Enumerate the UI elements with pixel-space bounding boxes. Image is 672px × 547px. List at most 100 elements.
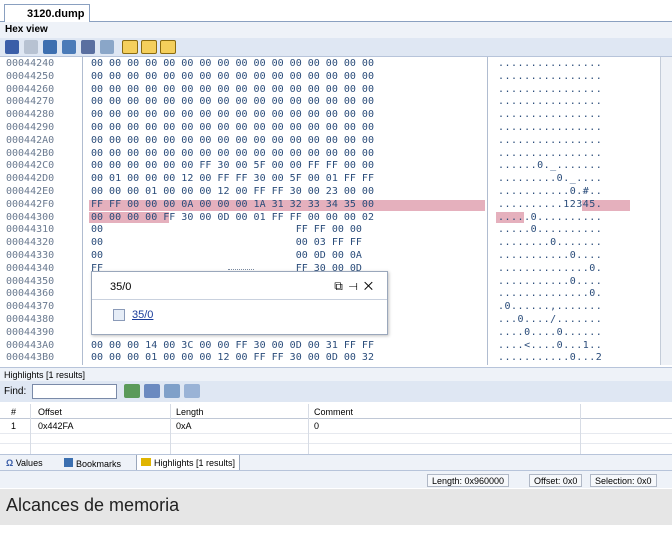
close-icon[interactable]: ✕ bbox=[364, 279, 379, 293]
hex-row[interactable]: 00 00 03 FF FF bbox=[91, 237, 362, 249]
ascii-row[interactable]: ................ bbox=[498, 122, 602, 134]
grid-line bbox=[0, 443, 672, 444]
tab-values[interactable]: Ω Values bbox=[2, 455, 47, 471]
toolbar bbox=[0, 38, 672, 57]
hex-row[interactable]: 00 FF FF 00 00 bbox=[91, 224, 362, 236]
ascii-row[interactable]: ....<....0...1.. bbox=[498, 340, 602, 352]
ascii-row[interactable]: ..............0. bbox=[498, 288, 602, 300]
status-offset: Offset: 0x0 bbox=[529, 474, 583, 487]
col-offset[interactable]: Offset bbox=[38, 407, 62, 417]
offset-label: 00044320 bbox=[6, 237, 55, 248]
copy-icon[interactable] bbox=[24, 40, 38, 54]
bottom-tab-bar: Ω Values Bookmarks Highlights [1 results… bbox=[0, 454, 672, 471]
offset-label: 000443A0 bbox=[6, 340, 55, 351]
status-bar: Length: 0x960000 Offset: 0x0 Selection: … bbox=[0, 470, 672, 488]
hex-row[interactable]: 00 00 00 00 00 00 00 00 00 00 00 00 00 0… bbox=[91, 122, 374, 134]
offset-label: 000443B0 bbox=[6, 352, 55, 363]
hex-row[interactable]: 00 00 00 00 00 00 00 00 00 00 00 00 00 0… bbox=[91, 84, 374, 96]
hex-row[interactable]: 00 00 00 00 00 00 00 00 00 00 00 00 00 0… bbox=[91, 58, 374, 70]
ascii-row[interactable]: .....0.......... bbox=[498, 224, 602, 236]
ascii-row[interactable]: ................ bbox=[498, 84, 602, 96]
value-icon bbox=[113, 309, 125, 321]
vertical-scrollbar[interactable] bbox=[660, 57, 672, 365]
hex-row[interactable]: 00 00 00 00 00 00 00 00 00 00 00 00 00 0… bbox=[91, 71, 374, 83]
column-divider bbox=[170, 404, 171, 454]
ascii-row[interactable]: .........0._.... bbox=[498, 173, 602, 185]
hex-row[interactable]: 00 00 00 00 00 00 00 00 00 00 00 00 00 0… bbox=[91, 148, 374, 160]
popup-divider bbox=[92, 299, 387, 300]
ascii-row[interactable]: ................ bbox=[498, 148, 602, 160]
ascii-row[interactable]: ...0..../....... bbox=[498, 314, 602, 326]
popup-title: 35/0 bbox=[110, 281, 132, 293]
view-mode-1-icon[interactable] bbox=[122, 40, 138, 54]
col-number[interactable]: # bbox=[11, 407, 16, 417]
grid-icon[interactable] bbox=[144, 384, 160, 398]
options-icon[interactable] bbox=[184, 384, 200, 398]
ascii-row[interactable]: ...........0.... bbox=[498, 250, 602, 262]
bookmark-icon[interactable] bbox=[81, 40, 95, 54]
highlighter-icon bbox=[141, 458, 151, 466]
pin-icon[interactable]: ⊣ bbox=[349, 279, 364, 293]
ascii-row[interactable]: ..........12345. bbox=[498, 199, 602, 211]
offset-label: 00044310 bbox=[6, 224, 55, 235]
ascii-row[interactable]: ...........0.... bbox=[498, 276, 602, 288]
tab-highlights[interactable]: Highlights [1 results] bbox=[136, 455, 241, 471]
cell-comment: 0 bbox=[314, 421, 320, 431]
ascii-row[interactable]: ...........0.#.. bbox=[498, 186, 602, 198]
hex-row[interactable]: 00 01 00 00 00 12 00 FF FF 30 00 5F 00 0… bbox=[91, 173, 374, 185]
save-icon[interactable] bbox=[5, 40, 19, 54]
copy-icon[interactable]: ⧉ bbox=[334, 279, 349, 293]
ascii-row[interactable]: ..............0. bbox=[498, 263, 602, 275]
offset-label: 00044260 bbox=[6, 84, 55, 95]
ascii-row[interactable]: ......0._....... bbox=[498, 160, 602, 172]
popup-grip[interactable] bbox=[228, 269, 254, 272]
omega-icon: Ω bbox=[6, 458, 16, 468]
offset-label: 000442D0 bbox=[6, 173, 55, 184]
hex-row[interactable]: 00 00 00 14 00 3C 00 00 FF 30 00 0D 00 3… bbox=[91, 340, 374, 352]
export-excel-icon[interactable] bbox=[124, 384, 140, 398]
view-mode-3-icon[interactable] bbox=[160, 40, 176, 54]
ascii-row[interactable]: ........0....... bbox=[498, 237, 602, 249]
ascii-row[interactable]: ................ bbox=[498, 71, 602, 83]
columns-icon[interactable] bbox=[100, 40, 114, 54]
offset-label: 000442F0 bbox=[6, 199, 55, 210]
cell-offset: 0x442FA bbox=[38, 421, 74, 431]
hex-row[interactable]: 00 00 00 01 00 00 00 12 00 FF FF 30 00 0… bbox=[91, 352, 374, 364]
col-length[interactable]: Length bbox=[176, 407, 204, 417]
hex-row[interactable]: 00 00 00 00 00 00 00 00 00 00 00 00 00 0… bbox=[91, 96, 374, 108]
tab-bookmarks[interactable]: Bookmarks bbox=[60, 455, 125, 471]
find-icon[interactable] bbox=[43, 40, 57, 54]
ascii-row[interactable]: ....0....0...... bbox=[498, 327, 602, 339]
table-row[interactable]: 1 0x442FA 0xA 0 bbox=[0, 419, 672, 433]
ascii-row[interactable]: ................ bbox=[498, 109, 602, 121]
offset-label: 000442A0 bbox=[6, 135, 55, 146]
popup-link[interactable]: 35/0 bbox=[132, 309, 153, 321]
ascii-row[interactable]: ................ bbox=[498, 135, 602, 147]
ascii-row[interactable]: ...........0...2 bbox=[498, 352, 602, 364]
column-divider bbox=[30, 404, 31, 454]
search-icon[interactable] bbox=[62, 40, 76, 54]
hex-row[interactable]: 00 00 0D 00 0A bbox=[91, 250, 362, 262]
view-title: Hex view bbox=[0, 22, 672, 38]
ascii-row[interactable]: ................ bbox=[498, 96, 602, 108]
find-input[interactable] bbox=[32, 384, 117, 399]
offset-label: 00044270 bbox=[6, 96, 55, 107]
hex-row[interactable]: 00 00 00 00 00 00 FF 30 00 5F 00 00 FF F… bbox=[91, 160, 374, 172]
hex-row[interactable]: 00 00 00 00 00 00 00 00 00 00 00 00 00 0… bbox=[91, 109, 374, 121]
offset-label: 00044370 bbox=[6, 301, 55, 312]
hex-row[interactable]: 00 00 00 01 00 00 00 12 00 FF FF 30 00 2… bbox=[91, 186, 374, 198]
hex-row[interactable]: 00 00 00 00 00 00 00 00 00 00 00 00 00 0… bbox=[91, 135, 374, 147]
col-comment[interactable]: Comment bbox=[314, 407, 353, 417]
ascii-row[interactable]: .....0.......... bbox=[498, 212, 602, 224]
ascii-row[interactable]: ................ bbox=[498, 58, 602, 70]
ascii-row[interactable]: .0......,....... bbox=[498, 301, 602, 313]
hex-row[interactable]: 00 00 00 00 FF 30 00 0D 00 01 FF FF 00 0… bbox=[91, 212, 374, 224]
file-tab[interactable]: 3120.dump bbox=[4, 4, 90, 22]
hex-row[interactable]: FF FF 00 00 00 0A 00 00 00 1A 31 32 33 3… bbox=[91, 199, 374, 211]
offset-label: 000442C0 bbox=[6, 160, 55, 171]
offset-label: 00044380 bbox=[6, 314, 55, 325]
view-mode-2-icon[interactable] bbox=[141, 40, 157, 54]
highlights-table-header: # Offset Length Comment bbox=[0, 404, 672, 419]
ascii-column[interactable]: ........................................… bbox=[488, 57, 660, 365]
refresh-icon[interactable] bbox=[164, 384, 180, 398]
